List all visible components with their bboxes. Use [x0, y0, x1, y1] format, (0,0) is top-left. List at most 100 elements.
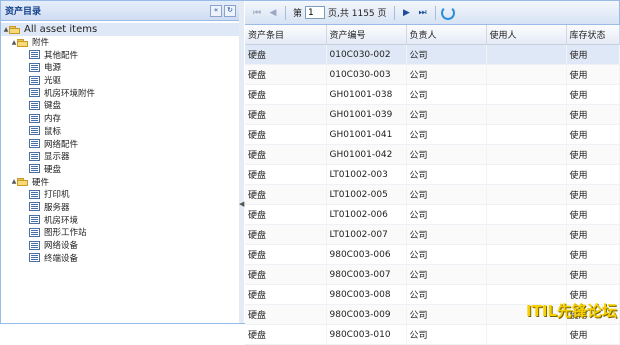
table-cell: GH01001-041	[326, 124, 407, 145]
page-input[interactable]	[305, 6, 326, 19]
tree-node-label: 打印机	[44, 190, 70, 201]
tree-leaf[interactable]: 键盘	[1, 99, 239, 112]
column-header[interactable]: 资产条目	[245, 25, 327, 45]
table-cell: 硬盘	[245, 264, 327, 285]
table-row[interactable]: 硬盘 010C030-002 公司 使用	[245, 44, 620, 65]
column-header[interactable]: 资产编号	[326, 25, 407, 45]
tree-leaf[interactable]: 网络设备	[1, 239, 239, 252]
table-cell: 980C003-009	[326, 304, 407, 325]
table-cell: 980C003-006	[326, 244, 407, 265]
table-row[interactable]: 硬盘 980C003-006 公司 使用	[245, 244, 620, 265]
table-cell: 公司	[406, 44, 487, 65]
table-cell: 980C003-007	[326, 264, 407, 285]
tree-node-label: 终端设备	[44, 253, 79, 264]
tree-node-label: 机房环境附件	[44, 88, 96, 99]
prev-page-icon[interactable]: ◀	[265, 5, 281, 21]
table-cell: LT01002-007	[326, 224, 407, 245]
table-cell	[486, 84, 567, 105]
table-cell: 使用	[566, 204, 620, 225]
tree-node-label: 键盘	[44, 101, 62, 112]
column-header[interactable]: 负责人	[406, 25, 487, 45]
last-page-icon[interactable]: ⏭	[415, 5, 431, 21]
table-row[interactable]: 硬盘 980C003-010 公司 使用	[245, 324, 620, 345]
table-cell: 硬盘	[245, 244, 327, 265]
toolbar-divider	[434, 5, 436, 20]
tree-leaf[interactable]: 图形工作站	[1, 226, 239, 239]
table-row[interactable]: 硬盘 LT01002-007 公司 使用	[245, 224, 620, 245]
list-icon	[29, 202, 40, 212]
table-cell: 硬盘	[245, 44, 327, 65]
tree-node-label: 服务器	[44, 202, 70, 213]
table-row[interactable]: 硬盘 LT01002-005 公司 使用	[245, 184, 620, 205]
tree-leaf[interactable]: 内存	[1, 112, 239, 125]
list-icon	[29, 100, 40, 110]
table-row[interactable]: 硬盘 980C003-007 公司 使用	[245, 264, 620, 285]
tree-leaf[interactable]: 网络配件	[1, 137, 239, 150]
list-icon	[29, 240, 40, 250]
tree-leaf[interactable]: 其他配件	[1, 48, 239, 61]
tree-leaf[interactable]: 电源	[1, 61, 239, 74]
table-cell: 硬盘	[245, 184, 327, 205]
table-cell: 硬盘	[245, 64, 327, 85]
list-icon	[29, 126, 40, 136]
collapse-button[interactable]: «	[210, 4, 222, 17]
table-cell: 公司	[406, 64, 487, 85]
table-cell: 公司	[406, 104, 487, 125]
table-cell: 公司	[406, 244, 487, 265]
list-icon	[29, 139, 40, 149]
table-cell: 使用	[566, 44, 620, 65]
list-icon	[29, 75, 40, 85]
table-cell: LT01002-006	[326, 204, 407, 225]
tree-leaf[interactable]: 机房环境	[1, 213, 239, 226]
asset-grid: ⏮ ◀ 第 页,共 1155 页 ▶ ⏭ 资产条目资产编号负责人使用人库存状态 …	[245, 1, 620, 345]
tree-root[interactable]: ▲ All asset items	[1, 23, 239, 36]
tree-folder[interactable]: ▲ 附件	[1, 36, 239, 49]
tree-node-label: 光驱	[44, 76, 62, 87]
tree-node-label: 其他配件	[44, 50, 79, 61]
table-row[interactable]: 硬盘 010C030-003 公司 使用	[245, 64, 620, 85]
table-row[interactable]: 硬盘 GH01001-038 公司 使用	[245, 84, 620, 105]
refresh-button[interactable]	[440, 5, 456, 21]
tree-leaf[interactable]: 机房环境附件	[1, 86, 239, 99]
page-prefix: 第	[293, 9, 303, 19]
tree-node-label: 网络配件	[44, 139, 79, 150]
table-cell: GH01001-039	[326, 104, 407, 125]
tree-leaf[interactable]: 光驱	[1, 74, 239, 87]
next-page-icon[interactable]: ▶	[399, 5, 415, 21]
table-row[interactable]: 硬盘 GH01001-042 公司 使用	[245, 144, 620, 165]
panel-header: 资产目录 « ↻	[1, 1, 239, 21]
first-page-icon[interactable]: ⏮	[249, 5, 265, 21]
refresh-tree-button[interactable]: ↻	[224, 4, 236, 17]
tree-leaf[interactable]: 打印机	[1, 188, 239, 201]
tree-leaf[interactable]: 显示器	[1, 150, 239, 163]
table-cell	[486, 244, 567, 265]
tree-node-label: 附件	[32, 38, 50, 49]
folder-icon	[9, 25, 21, 34]
table-cell	[486, 104, 567, 125]
collapse-arrow-icon[interactable]: ◀	[239, 199, 244, 209]
table-cell: 硬盘	[245, 284, 327, 305]
table-row[interactable]: 硬盘 LT01002-003 公司 使用	[245, 164, 620, 185]
table-cell: 公司	[406, 144, 487, 165]
tree-node-label: 网络设备	[44, 241, 79, 252]
tree-folder[interactable]: ▲ 硬件	[1, 175, 239, 188]
column-header[interactable]: 库存状态	[566, 25, 620, 45]
table-row[interactable]: 硬盘 GH01001-039 公司 使用	[245, 104, 620, 125]
table-row[interactable]: 硬盘 LT01002-006 公司 使用	[245, 204, 620, 225]
table-cell: 使用	[566, 84, 620, 105]
table-cell: 公司	[406, 264, 487, 285]
list-icon	[29, 151, 40, 161]
page-total: 页,共 1155 页	[328, 9, 387, 19]
tree-node-label: 显示器	[44, 152, 70, 163]
tree-leaf[interactable]: 鼠标	[1, 125, 239, 138]
table-row[interactable]: 硬盘 GH01001-041 公司 使用	[245, 124, 620, 145]
tree-leaf[interactable]: 服务器	[1, 201, 239, 214]
asset-window: 资产目录 « ↻ ▲ All asset items ▲ 附件 其他配件 电源 光驱 机房环境…	[0, 0, 620, 345]
tree-leaf[interactable]: 硬盘	[1, 163, 239, 176]
table-cell: 公司	[406, 304, 487, 325]
column-header[interactable]: 使用人	[486, 25, 567, 45]
tree-node-label: 电源	[44, 63, 62, 74]
list-icon	[29, 189, 40, 199]
tree-leaf[interactable]: 终端设备	[1, 251, 239, 264]
panel-splitter[interactable]: ◀	[239, 1, 244, 323]
